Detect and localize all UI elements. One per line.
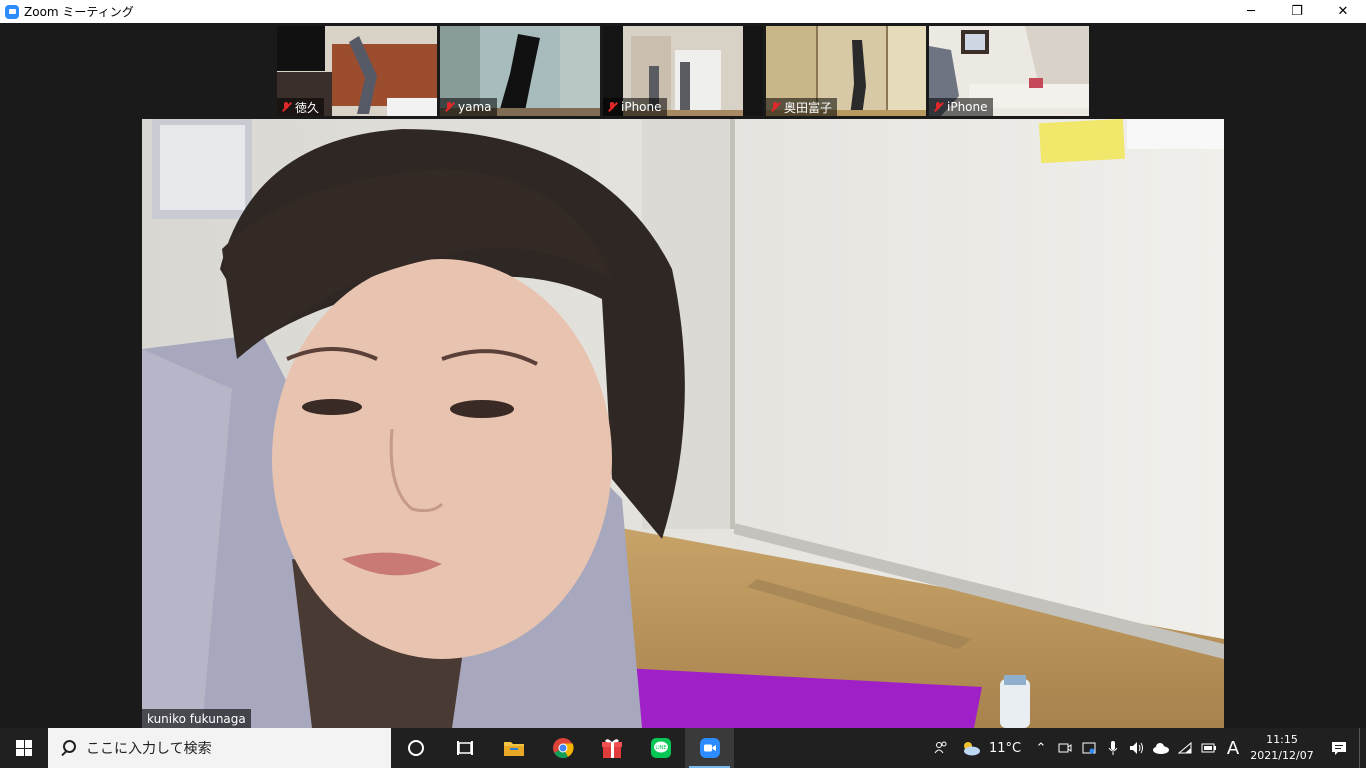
chrome-button[interactable] xyxy=(538,728,587,768)
minimize-button[interactable]: ─ xyxy=(1228,0,1274,23)
speaker-name: kuniko fukunaga xyxy=(147,711,246,726)
participant-video-tile[interactable]: 奥田富子 xyxy=(766,26,926,116)
participant-name-tag: iPhone xyxy=(929,98,993,116)
camera-app-icon[interactable] xyxy=(1077,728,1101,768)
notification-icon xyxy=(1332,742,1346,755)
svg-text:LINE: LINE xyxy=(655,745,666,751)
start-button[interactable] xyxy=(0,728,48,768)
search-placeholder: ここに入力して検索 xyxy=(86,741,212,757)
close-button[interactable]: ✕ xyxy=(1320,0,1366,23)
restore-button[interactable]: ❐ xyxy=(1274,0,1320,23)
active-speaker-video[interactable]: kuniko fukunaga xyxy=(142,119,1224,728)
windows-taskbar: ここに入力して検索 LINE 11°C ⌃ A 11:15 2021/12/07 xyxy=(0,728,1366,768)
people-button[interactable] xyxy=(921,728,961,768)
participant-video-tile[interactable]: 徳久 xyxy=(277,26,437,116)
participant-name: iPhone xyxy=(947,100,988,114)
participant-name: yama xyxy=(458,100,492,114)
speaker-name-tag: kuniko fukunaga xyxy=(142,709,251,728)
onedrive-cloud-icon[interactable] xyxy=(1149,728,1173,768)
clock-date: 2021/12/07 xyxy=(1250,749,1314,762)
taskbar-search-box[interactable]: ここに入力して検索 xyxy=(48,728,391,768)
participant-video-tile[interactable]: yama xyxy=(440,26,600,116)
participant-strip: 徳久 yama iPhone 奥田富子 iPhone xyxy=(0,23,1366,118)
participant-name: 徳久 xyxy=(295,100,320,115)
mic-muted-icon xyxy=(769,101,781,113)
participant-video-tile[interactable]: iPhone xyxy=(603,26,763,116)
ime-mode-indicator[interactable]: A xyxy=(1221,728,1245,768)
volume-icon[interactable] xyxy=(1125,728,1149,768)
window-title: Zoom ミーティング xyxy=(24,5,134,19)
mic-muted-icon xyxy=(932,101,944,113)
folder-icon xyxy=(503,742,524,756)
speaker-video-feed xyxy=(142,119,1224,728)
microphone-icon[interactable] xyxy=(1101,728,1125,768)
meet-now-icon[interactable] xyxy=(1053,728,1077,768)
gift-icon xyxy=(601,739,622,758)
wifi-icon[interactable] xyxy=(1173,728,1197,768)
file-explorer-button[interactable] xyxy=(489,728,538,768)
participant-name-tag: 奥田富子 xyxy=(766,98,838,116)
windows-logo-icon xyxy=(16,740,32,756)
mic-muted-icon xyxy=(280,101,292,113)
line-app-button[interactable]: LINE xyxy=(636,728,685,768)
chrome-icon xyxy=(552,738,574,759)
participant-video-tile[interactable]: iPhone xyxy=(929,26,1089,116)
participant-name: 奥田富子 xyxy=(784,100,833,115)
zoom-icon xyxy=(699,738,720,758)
participant-name-tag: iPhone xyxy=(603,98,667,116)
line-icon: LINE xyxy=(650,738,671,758)
cortana-icon xyxy=(407,740,424,756)
notification-center-button[interactable] xyxy=(1319,728,1359,768)
system-clock[interactable]: 11:15 2021/12/07 xyxy=(1245,728,1319,768)
mic-muted-icon xyxy=(606,101,618,113)
people-icon xyxy=(934,741,947,754)
gift-app-button[interactable] xyxy=(587,728,636,768)
task-view-icon xyxy=(456,741,473,755)
participant-name: iPhone xyxy=(621,100,662,114)
participant-name-tag: 徳久 xyxy=(277,98,325,116)
weather-temperature[interactable]: 11°C xyxy=(981,728,1029,768)
mic-muted-icon xyxy=(443,101,455,113)
zoom-logo-icon xyxy=(5,4,19,19)
weather-cloud-icon xyxy=(964,742,980,756)
participant-name-tag: yama xyxy=(440,98,497,116)
search-icon xyxy=(60,740,76,756)
battery-icon[interactable] xyxy=(1197,728,1221,768)
clock-time: 11:15 xyxy=(1266,733,1298,746)
show-desktop-button[interactable] xyxy=(1359,728,1366,768)
chevron-up-icon[interactable]: ⌃ xyxy=(1029,728,1053,768)
title-bar: Zoom ミーティング ─ ❐ ✕ xyxy=(0,0,1366,23)
weather-button[interactable] xyxy=(961,728,981,768)
system-tray: 11°C ⌃ A 11:15 2021/12/07 xyxy=(921,728,1366,768)
task-view-button[interactable] xyxy=(440,728,489,768)
zoom-app-button[interactable] xyxy=(685,728,734,768)
cortana-button[interactable] xyxy=(391,728,440,768)
window-controls: ─ ❐ ✕ xyxy=(1228,0,1366,23)
